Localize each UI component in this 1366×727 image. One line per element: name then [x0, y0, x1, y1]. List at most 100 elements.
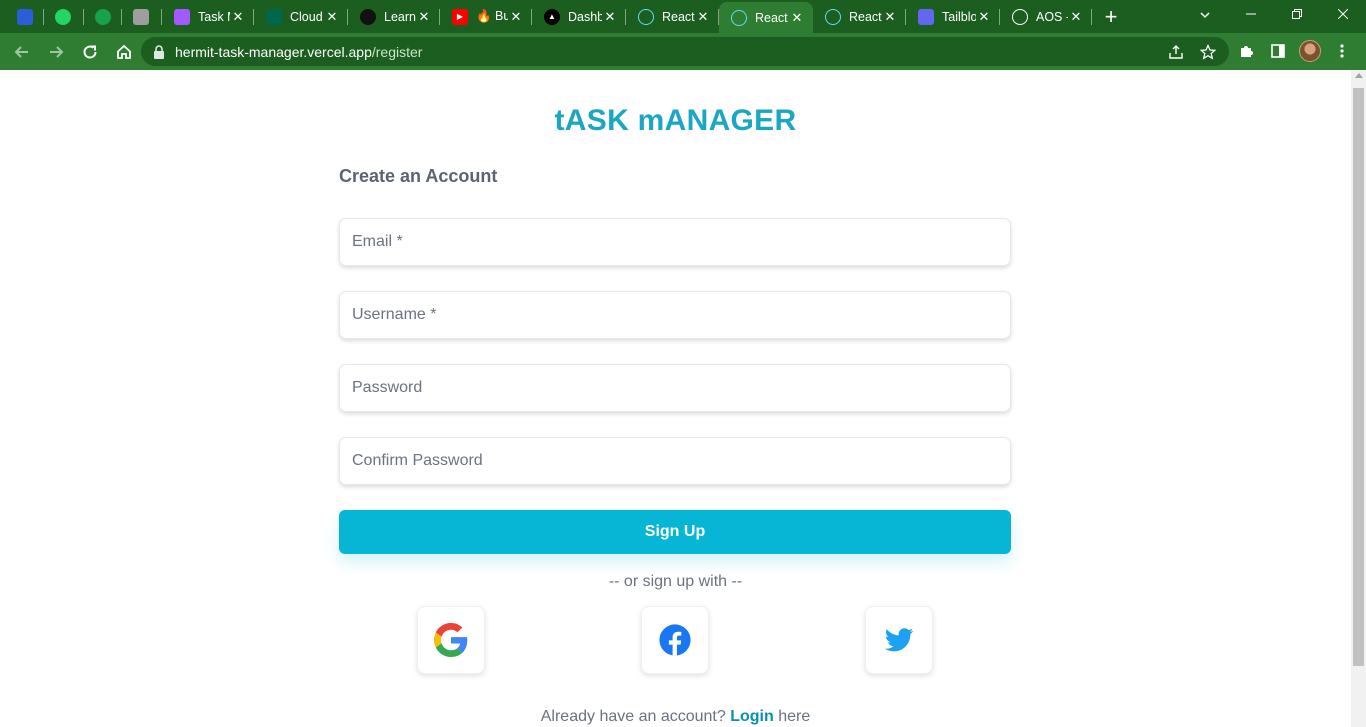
browser-tab[interactable]: React ✕ — [626, 0, 719, 33]
email-input[interactable] — [340, 219, 1010, 265]
tab-title: Learn — [384, 9, 416, 24]
browser-tab[interactable]: Cloud ✕ — [254, 0, 348, 33]
figma-icon — [174, 8, 190, 25]
globe-icon — [1012, 8, 1028, 25]
browser-tab[interactable]: Learn ✕ — [348, 0, 440, 33]
react-icon — [638, 8, 654, 25]
tab-close-icon[interactable]: ✕ — [1068, 9, 1084, 25]
minimize-icon[interactable] — [1228, 0, 1274, 28]
app-title: tASK mANAGER — [554, 104, 797, 137]
new-tab-button[interactable]: + — [1096, 2, 1126, 32]
tab-close-icon[interactable]: ✕ — [416, 9, 432, 25]
username-input[interactable] — [340, 292, 1010, 338]
facebook-signup-button[interactable] — [641, 606, 709, 674]
tab-search-icon[interactable] — [1192, 4, 1218, 26]
mongodb-leaf-icon — [266, 8, 282, 25]
pinned-tab[interactable] — [6, 0, 44, 33]
confirm-password-input[interactable] — [340, 438, 1010, 484]
login-suffix-text: here — [778, 708, 811, 725]
close-window-icon[interactable] — [1320, 0, 1366, 28]
login-prompt: Already have an account? Login here — [0, 708, 1351, 726]
login-link[interactable]: Login — [730, 708, 774, 725]
browser-tab[interactable]: React ✕ — [719, 2, 813, 33]
green-circle-icon — [95, 8, 111, 25]
share-icon[interactable] — [1167, 43, 1185, 61]
tab-close-icon[interactable]: ✕ — [789, 10, 805, 26]
tab-close-icon[interactable]: ✕ — [976, 9, 992, 25]
bookmark-star-icon[interactable] — [1199, 43, 1217, 61]
pinned-tab[interactable] — [84, 0, 122, 33]
browser-toolbar: hermit-task-manager.vercel.app/register — [0, 33, 1366, 70]
tab-title: AOS - — [1036, 9, 1068, 24]
side-panel-icon[interactable] — [1262, 35, 1294, 67]
facebook-icon — [659, 624, 691, 656]
tab-title: Task M — [198, 9, 230, 24]
restore-icon[interactable] — [1274, 0, 1320, 28]
back-icon[interactable] — [6, 36, 38, 68]
react-icon — [731, 9, 747, 26]
tab-title: React — [849, 9, 882, 24]
list-icon — [133, 8, 149, 25]
google-icon — [434, 623, 468, 657]
tab-strip: Task M✕Cloud✕Learn✕▶🔥 Bu✕▲Dashb✕React✕Re… — [0, 0, 1366, 33]
confirm-password-field[interactable] — [339, 437, 1011, 485]
whatsapp-icon — [55, 8, 71, 25]
tab-close-icon[interactable]: ✕ — [602, 9, 618, 25]
react-icon — [825, 8, 841, 25]
lock-icon[interactable] — [153, 44, 167, 59]
tab-close-icon[interactable]: ✕ — [695, 9, 711, 25]
username-field[interactable] — [339, 291, 1011, 339]
url-path: /register — [371, 43, 423, 60]
sign-up-button[interactable]: Sign Up — [339, 510, 1011, 554]
avatar — [1299, 40, 1321, 62]
tab-title: React — [662, 9, 695, 24]
tab-title: Dashb — [568, 9, 602, 24]
forward-icon[interactable] — [40, 36, 72, 68]
social-divider: -- or sign up with -- — [608, 573, 743, 590]
twitter-signup-button[interactable] — [865, 606, 933, 674]
tailblocks-icon — [918, 8, 934, 25]
password-field[interactable] — [339, 364, 1011, 412]
tab-close-icon[interactable]: ✕ — [882, 9, 898, 25]
tab-title: Tailblo — [942, 9, 976, 24]
menu-kebab-icon[interactable] — [1326, 35, 1358, 67]
google-signup-button[interactable] — [417, 606, 485, 674]
vercel-triangle-icon: ▲ — [544, 8, 560, 25]
browser-tab[interactable]: React ✕ — [813, 0, 906, 33]
blue-app-icon — [17, 8, 33, 25]
tab-close-icon[interactable]: ✕ — [230, 9, 246, 25]
home-icon[interactable] — [108, 36, 140, 68]
tab-title: 🔥 Bu — [476, 9, 508, 23]
profile-avatar[interactable] — [1294, 35, 1326, 67]
tab-close-icon[interactable]: ✕ — [324, 9, 340, 25]
omnibox-actions — [1167, 43, 1217, 61]
page-viewport: tASK mANAGER Create an Account Sign Up -… — [0, 70, 1351, 727]
pinned-tab[interactable] — [44, 0, 84, 33]
address-bar[interactable]: hermit-task-manager.vercel.app/register — [141, 37, 1229, 66]
tab-list: Task M✕Cloud✕Learn✕▶🔥 Bu✕▲Dashb✕React✕Re… — [6, 0, 1092, 33]
scrollbar-thumb[interactable] — [1353, 88, 1364, 666]
youtube-icon: ▶ — [452, 8, 468, 25]
browser-tab[interactable]: AOS - ✕ — [1000, 0, 1092, 33]
window-controls — [1228, 0, 1366, 33]
form-heading: Create an Account — [339, 166, 498, 186]
extensions-puzzle-icon[interactable] — [1230, 35, 1262, 67]
tab-close-icon[interactable]: ✕ — [508, 9, 524, 25]
login-prefix-text: Already have an account? — [540, 708, 726, 725]
browser-tab[interactable]: ▶ 🔥 Bu ✕ — [440, 0, 532, 33]
url-host: hermit-task-manager.vercel.app — [175, 43, 372, 60]
twitter-icon — [884, 628, 914, 652]
scroll-up-arrow-icon[interactable] — [1355, 73, 1363, 78]
page-scrollbar[interactable] — [1351, 70, 1366, 727]
browser-tab[interactable]: Tailblo ✕ — [906, 0, 1000, 33]
password-input[interactable] — [340, 365, 1010, 411]
tab-separator — [1091, 9, 1092, 25]
tab-title: React — [755, 10, 788, 25]
email-field[interactable] — [339, 218, 1011, 266]
tab-title: Cloud — [290, 9, 323, 24]
pinned-tab[interactable] — [122, 0, 162, 33]
browser-tab[interactable]: ▲ Dashb ✕ — [532, 0, 626, 33]
browser-tab[interactable]: Task M✕ — [162, 0, 254, 33]
reload-icon[interactable] — [74, 36, 106, 68]
toolbar-right — [1230, 35, 1358, 67]
